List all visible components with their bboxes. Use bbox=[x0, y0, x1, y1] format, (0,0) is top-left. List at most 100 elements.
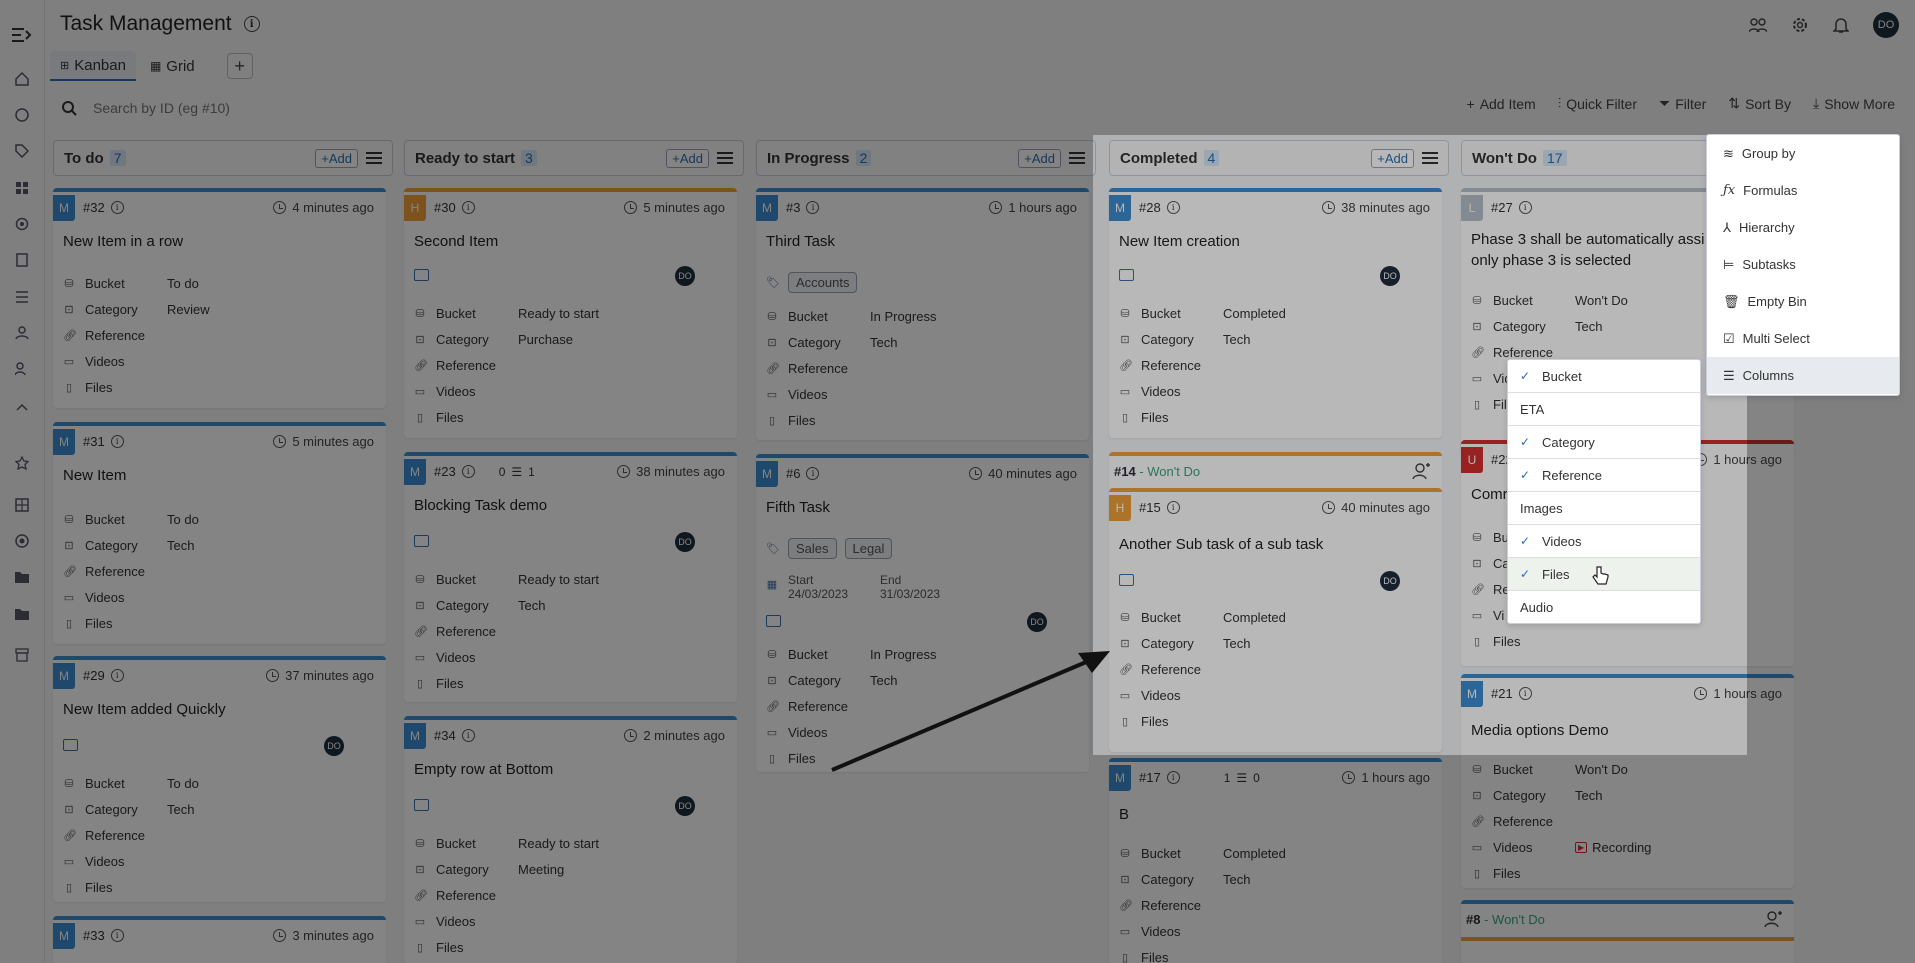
task-card[interactable]: M #17 i 1 ☰ 0 1 hours ago B ⛁ Bucket Completed… bbox=[1109, 758, 1442, 963]
assignee-avatar[interactable]: DO bbox=[675, 532, 695, 552]
folder-icon[interactable] bbox=[11, 603, 33, 625]
card-title[interactable]: Second Item bbox=[414, 233, 498, 250]
menu-item-subtasks[interactable]: ⊨ Subtasks bbox=[1707, 246, 1899, 283]
parent-task-card[interactable]: #14 - Won't Do H #15 i 40 minutes ago Ano… bbox=[1109, 452, 1442, 752]
assignee-avatar[interactable]: DO bbox=[1027, 612, 1047, 632]
card-title[interactable]: Fifth Task bbox=[766, 499, 830, 516]
task-card[interactable]: M #29 i 37 minutes ago New Item added Qui… bbox=[53, 656, 386, 902]
info-icon[interactable]: i bbox=[1518, 687, 1532, 700]
chevron-up-icon[interactable] bbox=[11, 396, 33, 418]
apps-icon[interactable] bbox=[11, 177, 33, 199]
info-icon[interactable]: i bbox=[1518, 201, 1532, 214]
assignee-avatar[interactable]: DO bbox=[675, 266, 695, 286]
info-icon[interactable]: i bbox=[243, 16, 260, 32]
home-icon[interactable] bbox=[11, 68, 33, 90]
field-files[interactable]: ▯ Files bbox=[414, 676, 518, 691]
column-add-button[interactable]: +Add bbox=[666, 148, 709, 168]
info-icon[interactable]: i bbox=[110, 669, 124, 682]
tab-grid[interactable]: ▦ Grid bbox=[140, 51, 205, 81]
info-icon[interactable]: i bbox=[1166, 771, 1180, 784]
field-files[interactable]: ▯ Files bbox=[1471, 634, 1575, 649]
task-card[interactable]: M #23 i 0 ☰ 1 38 minutes ago Blocking Task d… bbox=[404, 452, 737, 702]
menu-item-columns[interactable]: ☰ Columns bbox=[1707, 357, 1899, 394]
start-date[interactable]: Start 24/03/2023 bbox=[788, 573, 880, 601]
subtask-card[interactable]: H #15 i 40 minutes ago Another Sub task o… bbox=[1109, 488, 1442, 746]
card-title[interactable]: Empty row at Bottom bbox=[414, 761, 553, 778]
menu-item-hierarchy[interactable]: ⅄ Hierarchy bbox=[1707, 209, 1899, 246]
column-option-videos[interactable]: ✓ Videos bbox=[1508, 525, 1700, 558]
field-videos[interactable]: ▭ Videos ▶ Recording bbox=[1471, 840, 1652, 855]
add-item-button[interactable]: + Add Item bbox=[1467, 95, 1536, 112]
task-card[interactable]: M #34 i 2 minutes ago Empty row at Bottom… bbox=[404, 716, 737, 963]
tag-icon[interactable] bbox=[11, 140, 33, 162]
task-card[interactable]: M #31 i 5 minutes ago New Item ⛁ Bucket To … bbox=[53, 422, 386, 644]
card-title[interactable]: Media options Demo bbox=[1471, 722, 1609, 739]
recording-chip[interactable]: ▶ Recording bbox=[1575, 840, 1651, 855]
comment-icon[interactable] bbox=[1119, 574, 1134, 586]
sort-by-button[interactable]: ⇅ Sort By bbox=[1728, 95, 1791, 112]
field-reference[interactable]: 🔗︎ Reference bbox=[1119, 662, 1223, 677]
task-card[interactable]: M #28 i 38 minutes ago New Item creation … bbox=[1109, 188, 1442, 438]
field-videos[interactable]: ▭ Videos bbox=[63, 854, 167, 869]
card-title[interactable]: Comr bbox=[1471, 486, 1508, 503]
field-videos[interactable]: ▭ Videos bbox=[1119, 924, 1223, 939]
field-videos[interactable]: ▭ Videos bbox=[63, 590, 167, 605]
column-option-reference[interactable]: ✓ Reference bbox=[1508, 459, 1700, 492]
field-files[interactable]: ▯ Files bbox=[63, 880, 167, 895]
field-videos[interactable]: ▭ Videos bbox=[1119, 384, 1223, 399]
document-icon[interactable] bbox=[11, 249, 33, 271]
column-option-audio[interactable]: Audio bbox=[1508, 591, 1700, 624]
comment-icon[interactable] bbox=[414, 535, 429, 547]
assign-user-icon[interactable] bbox=[1764, 910, 1782, 928]
field-files[interactable]: ▯ Files bbox=[1119, 950, 1223, 963]
assignee-avatar[interactable]: DO bbox=[1380, 571, 1400, 591]
task-card[interactable]: M #33 i 3 minutes ago bbox=[53, 916, 386, 963]
field-videos[interactable]: ▭ Videos bbox=[414, 384, 518, 399]
field-reference[interactable]: 🔗︎ Reference bbox=[63, 328, 167, 343]
info-icon[interactable]: i bbox=[110, 201, 124, 214]
task-card[interactable]: M #21 i 1 hours ago Media options Demo ⛁ B… bbox=[1461, 674, 1794, 888]
hamburger-icon[interactable] bbox=[717, 149, 733, 167]
menu-item-empty-bin[interactable]: 🗑︎ Empty Bin bbox=[1707, 283, 1899, 320]
show-more-button[interactable]: ⤓ Show More bbox=[1813, 95, 1895, 112]
column-add-button[interactable]: +Add bbox=[1371, 148, 1414, 168]
assignee-avatar[interactable]: DO bbox=[1380, 266, 1400, 286]
field-reference[interactable]: 🔗︎ Reference bbox=[766, 361, 870, 376]
card-title[interactable]: Blocking Task demo bbox=[414, 497, 547, 514]
card-title[interactable]: B bbox=[1119, 806, 1129, 823]
task-card[interactable]: M #3 i 1 hours ago Third Task 🏷︎ Accounts … bbox=[756, 188, 1089, 440]
column-option-images[interactable]: Images bbox=[1508, 492, 1700, 525]
comment-icon[interactable] bbox=[63, 739, 78, 751]
folder-icon[interactable] bbox=[11, 566, 33, 588]
comment-icon[interactable] bbox=[766, 615, 781, 627]
tag-chip[interactable]: Accounts bbox=[788, 272, 858, 293]
assignee-avatar[interactable]: DO bbox=[675, 796, 695, 816]
field-videos[interactable]: ▭ Videos bbox=[1119, 688, 1223, 703]
user-icon[interactable] bbox=[11, 322, 33, 344]
field-files[interactable]: ▯ Files bbox=[1471, 866, 1575, 881]
collapse-menu-icon[interactable] bbox=[11, 24, 33, 46]
field-reference[interactable]: 🔗︎ Reference bbox=[1119, 898, 1223, 913]
column-option-category[interactable]: ✓ Category bbox=[1508, 426, 1700, 459]
field-reference[interactable]: 🔗︎ Reference bbox=[414, 624, 518, 639]
column-option-bucket[interactable]: ✓ Bucket bbox=[1508, 360, 1700, 393]
tag-chip[interactable]: Sales bbox=[788, 538, 837, 559]
tab-kanban[interactable]: ⊞ Kanban bbox=[50, 51, 136, 81]
tag-chip[interactable]: Legal bbox=[844, 538, 893, 559]
field-videos[interactable]: ▭ Videos bbox=[414, 914, 518, 929]
info-icon[interactable]: i bbox=[461, 201, 475, 214]
field-files[interactable]: ▯ Files bbox=[766, 413, 870, 428]
card-title[interactable]: New Item in a row bbox=[63, 233, 183, 250]
card-title[interactable]: New Item bbox=[63, 467, 126, 484]
field-reference[interactable]: 🔗︎ Reference bbox=[63, 564, 167, 579]
card-title[interactable]: New Item creation bbox=[1119, 233, 1240, 250]
card-title[interactable]: Phase 3 shall be automatically assi only… bbox=[1471, 229, 1721, 271]
menu-item-multi-select[interactable]: ☑ Multi Select bbox=[1707, 320, 1899, 357]
star-icon[interactable] bbox=[11, 452, 33, 474]
field-files[interactable]: ▯ Files bbox=[414, 410, 518, 425]
user-avatar[interactable]: DO bbox=[1873, 12, 1899, 38]
info-icon[interactable]: i bbox=[110, 929, 124, 942]
team-icon[interactable] bbox=[1749, 17, 1767, 33]
field-files[interactable]: ▯ Files bbox=[63, 380, 167, 395]
quick-filter-button[interactable]: ⫶ Quick Filter bbox=[1558, 95, 1637, 112]
